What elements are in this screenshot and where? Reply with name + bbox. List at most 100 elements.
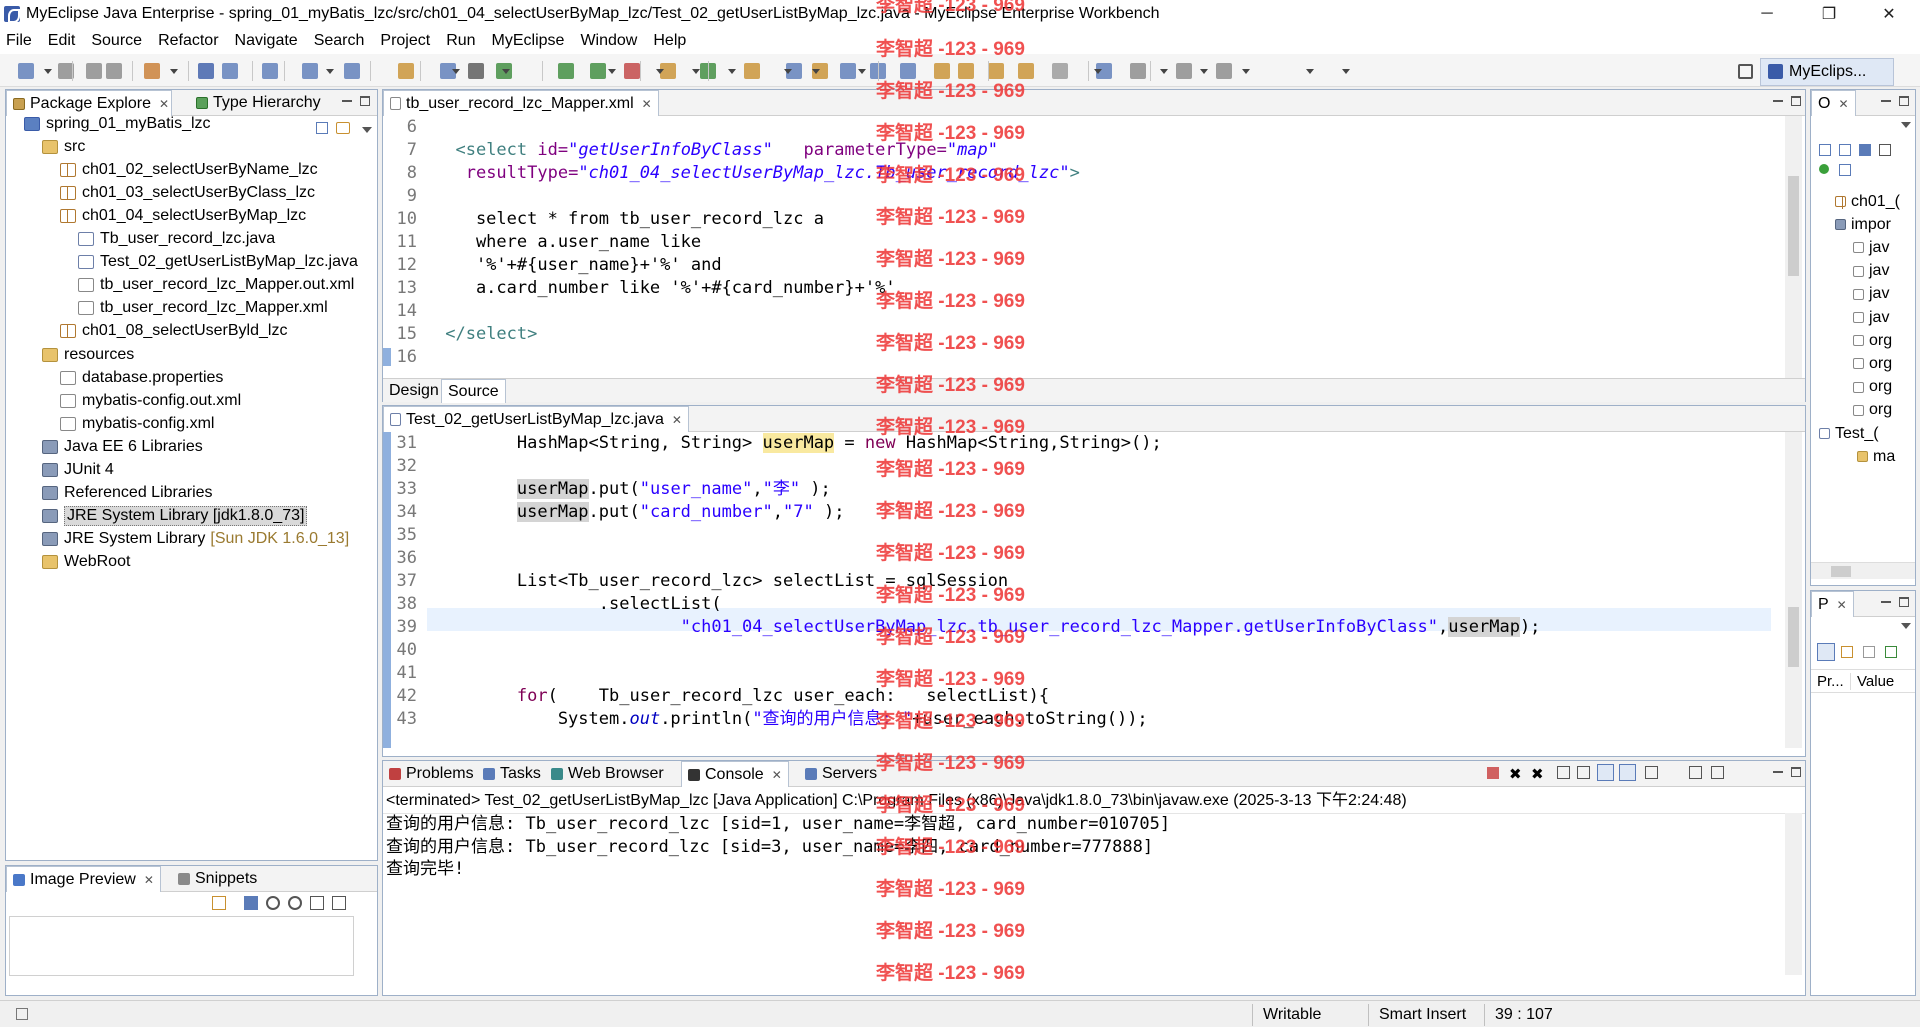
open-perspective-icon[interactable] [1738, 64, 1753, 79]
minimize-editor-icon[interactable] [1773, 96, 1783, 102]
tab-web-browser[interactable]: Web Browser [545, 761, 670, 787]
menu-refactor[interactable]: Refactor [158, 32, 218, 50]
minimize-outline-icon[interactable] [1881, 96, 1891, 102]
toolbar-button-icon[interactable] [18, 63, 34, 79]
toolbar-button-icon[interactable] [144, 63, 160, 79]
restore-default-icon[interactable] [1885, 646, 1897, 658]
tree-item[interactable]: Referenced Libraries [42, 482, 213, 505]
menu-search[interactable]: Search [314, 32, 365, 50]
show-stdout-icon[interactable] [1597, 764, 1614, 781]
close-tab-icon[interactable]: ✕ [159, 97, 169, 111]
toolbar-dropdown-icon[interactable] [784, 69, 792, 74]
close-tab-icon[interactable]: ✕ [642, 97, 652, 111]
close-tab-icon[interactable]: ✕ [144, 873, 154, 887]
menu-run[interactable]: Run [446, 32, 475, 50]
maximize-properties-icon[interactable] [1899, 597, 1909, 607]
categories-icon[interactable] [1817, 643, 1835, 661]
fit-icon[interactable] [244, 896, 258, 910]
tab-source[interactable]: Source [441, 379, 506, 403]
toolbar-button-icon[interactable] [1216, 63, 1232, 79]
close-tab-icon[interactable]: ✕ [772, 768, 782, 782]
toolbar-dropdown-icon[interactable] [692, 69, 700, 74]
toolbar-dropdown-icon[interactable] [326, 69, 334, 74]
toolbar-button-icon[interactable] [468, 63, 484, 79]
tree-item[interactable]: src [42, 135, 85, 158]
outline-item[interactable]: impor [1835, 213, 1891, 236]
link-icon[interactable] [212, 896, 226, 910]
toolbar-dropdown-icon[interactable] [858, 69, 866, 74]
maximize-view-icon[interactable] [360, 96, 370, 106]
toolbar-button-icon[interactable] [106, 63, 122, 79]
tree-item[interactable]: Tb_user_record_lzc.java [78, 228, 275, 251]
actual-size-icon[interactable] [310, 896, 324, 910]
toolbar-dropdown-icon[interactable] [656, 69, 664, 74]
tree-item[interactable]: mybatis-config.out.xml [60, 389, 241, 412]
tree-item[interactable]: Test_02_getUserListByMap_lzc.java [78, 251, 358, 274]
close-tab-icon[interactable]: ✕ [1838, 97, 1848, 111]
tab-properties[interactable]: P ✕ [1811, 591, 1854, 617]
toolbar-dropdown-icon[interactable] [1200, 69, 1208, 74]
minimize-console-icon[interactable] [1773, 767, 1783, 773]
tree-item[interactable]: ch01_08_selectUserByld_lzc [60, 320, 287, 343]
maximize-editor-icon[interactable] [1791, 96, 1801, 106]
minimize-view-icon[interactable] [342, 96, 352, 102]
outline-menu-icon[interactable] [1901, 122, 1911, 128]
toolbar-dropdown-icon[interactable] [812, 69, 820, 74]
menu-project[interactable]: Project [380, 32, 430, 50]
fast-view-icon[interactable] [16, 1008, 28, 1020]
tree-item[interactable]: JRE System Library [jdk1.8.0_73] [42, 505, 308, 528]
tab-image-preview[interactable]: Image Preview ✕ [6, 866, 161, 892]
minimize-button[interactable]: ─ [1744, 0, 1790, 28]
outline-item[interactable]: jav [1853, 306, 1889, 329]
outline-item[interactable]: jav [1853, 260, 1889, 283]
toolbar-button-icon[interactable] [590, 63, 606, 79]
xml-vertical-scrollbar[interactable] [1785, 116, 1802, 378]
toolbar-dropdown-icon[interactable] [452, 69, 460, 74]
close-tab-icon[interactable]: ✕ [672, 413, 682, 427]
sort-icon[interactable] [1839, 144, 1851, 156]
tree-item[interactable]: ch01_02_selectUserByName_lzc [60, 158, 318, 181]
outline-item[interactable]: jav [1853, 283, 1889, 306]
scroll-thumb[interactable] [1788, 607, 1799, 667]
tree-item[interactable]: database.properties [60, 366, 223, 389]
tab-outline[interactable]: O ✕ [1811, 90, 1856, 116]
collapse-icon[interactable] [1819, 144, 1831, 156]
scroll-thumb[interactable] [1788, 176, 1799, 276]
tree-item[interactable]: Java EE 6 Libraries [42, 435, 203, 458]
remove-launch-icon[interactable]: ✖ [1509, 765, 1522, 783]
outline-item[interactable]: org [1853, 376, 1892, 399]
tab-design[interactable]: Design [383, 379, 445, 403]
hide-static-icon[interactable] [1879, 144, 1891, 156]
restore-button[interactable]: ❐ [1806, 0, 1852, 28]
maximize-console-icon[interactable] [1791, 767, 1801, 777]
menu-navigate[interactable]: Navigate [235, 32, 298, 50]
show-stderr-icon[interactable] [1619, 764, 1636, 781]
close-tab-icon[interactable]: ✕ [1837, 598, 1847, 612]
outline-item[interactable]: org [1853, 352, 1892, 375]
open-console-icon[interactable] [1711, 766, 1724, 779]
close-button[interactable]: ✕ [1866, 0, 1912, 28]
java-code-area[interactable]: 31 32 33 34 35 36 37 38 39 40 41 42 43 HashMap<Strin… [383, 432, 1805, 748]
menu-window[interactable]: Window [580, 32, 637, 50]
tab-servers[interactable]: Servers [799, 761, 883, 787]
hide-fields-icon[interactable] [1859, 144, 1871, 156]
tab-mapper-xml[interactable]: tb_user_record_lzc_Mapper.xml ✕ [383, 90, 659, 116]
xml-code-area[interactable]: 6 7 8 9 10 11 12 13 14 15 16 <select id="getUserIn… [383, 116, 1805, 378]
toolbar-button-icon[interactable] [840, 63, 856, 79]
zoom-out-icon[interactable] [266, 896, 280, 910]
toolbar-dropdown-icon[interactable] [608, 69, 616, 74]
toolbar-button-icon[interactable] [198, 63, 214, 79]
outline-item[interactable]: ma [1857, 445, 1895, 468]
tree-item[interactable]: tb_user_record_lzc_Mapper.xml [78, 297, 328, 320]
display-console-icon[interactable] [1689, 766, 1702, 779]
toolbar-button-icon[interactable] [86, 63, 102, 79]
toolbar-button-icon[interactable] [744, 63, 760, 79]
toolbar-button-icon[interactable] [1130, 63, 1146, 79]
clear-console-icon[interactable] [1557, 766, 1570, 779]
toolbar-button-icon[interactable] [1176, 63, 1192, 79]
tree-item[interactable]: JRE System Library [Sun JDK 1.6.0_13] [42, 528, 349, 551]
tree-item[interactable]: ch01_03_selectUserByClass_lzc [60, 181, 315, 204]
maximize-outline-icon[interactable] [1899, 96, 1909, 106]
tree-item[interactable]: resources [42, 343, 134, 366]
outline-item[interactable]: ch01_( [1835, 190, 1900, 213]
